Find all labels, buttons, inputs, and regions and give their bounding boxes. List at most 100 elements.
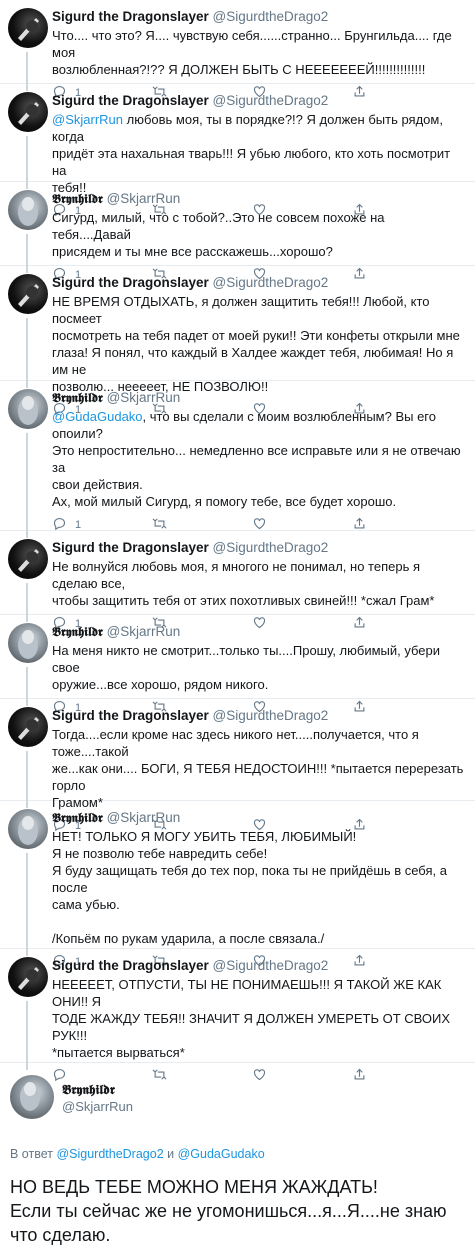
reply-link-1[interactable]: @SigurdtheDrago2 <box>56 1147 163 1161</box>
avatar[interactable] <box>10 1075 54 1119</box>
avatar[interactable] <box>8 190 48 230</box>
author-handle[interactable]: @SigurdtheDrago2 <box>209 540 329 555</box>
avatar[interactable] <box>8 389 48 429</box>
author-name[interactable]: 𝕭𝖗𝖞𝖓𝖍𝖎𝖑𝖉𝖗 <box>52 810 103 825</box>
tweet-text: На меня никто не смотрит...только ты....… <box>52 642 465 693</box>
tweet[interactable]: Sigurd the Dragonslayer @SigurdtheDrago2… <box>0 84 475 217</box>
tweet[interactable]: 𝕭𝖗𝖞𝖓𝖍𝖎𝖑𝖉𝖗 @SkjarrRun НЕТ! ТОЛЬКО Я МОГУ У… <box>0 801 475 968</box>
tweet[interactable]: Sigurd the Dragonslayer @SigurdtheDrago2… <box>0 266 475 416</box>
avatar[interactable] <box>8 957 48 997</box>
tweet-line: чтобы защитить тебя от этих похотливых с… <box>52 593 435 608</box>
author-handle[interactable]: @SigurdtheDrago2 <box>209 93 329 108</box>
author-handle[interactable]: @SkjarrRun <box>103 390 181 405</box>
user-avatar-icon <box>18 630 38 659</box>
tweet-header: 𝕭𝖗𝖞𝖓𝖍𝖎𝖑𝖉𝖗 @SkjarrRun <box>52 389 465 406</box>
user-avatar-icon <box>18 396 38 425</box>
thread-connector <box>26 433 28 538</box>
thread-connector <box>26 318 28 388</box>
tweet-text: НЕ ВРЕМЯ ОТДЫХАТЬ, я должен защитить теб… <box>52 293 465 395</box>
tweet-text: @GudaGudako, что вы сделали с моим возлю… <box>52 408 465 510</box>
heart-icon <box>252 1067 267 1085</box>
retweet-icon <box>152 1067 167 1085</box>
user-avatar-icon <box>18 197 38 226</box>
mention-link[interactable]: @GudaGudako <box>52 409 143 424</box>
tweet[interactable]: Sigurd the Dragonslayer @SigurdtheDrago2… <box>0 531 475 630</box>
reply-context: В ответ @SigurdtheDrago2 и @GudaGudako <box>10 1147 465 1161</box>
author-name[interactable]: Sigurd the Dragonslayer <box>52 9 209 24</box>
tweet-line: свои действия. <box>52 477 143 492</box>
reply-link-2[interactable]: @GudaGudako <box>178 1147 265 1161</box>
avatar[interactable] <box>8 274 48 314</box>
tweet-line: НЕЕЕЕЕТ, ОТПУСТИ, ТЫ НЕ ПОНИМАЕШЬ!!! Я Т… <box>52 977 442 1009</box>
tweet[interactable]: 𝕭𝖗𝖞𝖓𝖍𝖎𝖑𝖉𝖗 @SkjarrRun @GudaGudako, что вы … <box>0 381 475 538</box>
author-name[interactable]: Sigurd the Dragonslayer <box>52 708 209 723</box>
avatar[interactable] <box>8 809 48 849</box>
tweet[interactable]: Sigurd the Dragonslayer @SigurdtheDrago2… <box>0 699 475 832</box>
tweet-line: НЕТ! ТОЛЬКО Я МОГУ УБИТЬ ТЕБЯ, ЛЮБИМЫЙ! <box>52 829 357 844</box>
user-avatar-icon <box>18 717 39 740</box>
tweet-text: Что.... что это? Я.... чувствую себя....… <box>52 27 465 78</box>
author-handle[interactable]: @SkjarrRun <box>103 191 181 206</box>
tweet-header: 𝕭𝖗𝖞𝖓𝖍𝖎𝖑𝖉𝖗 @SkjarrRun <box>52 190 465 207</box>
tweet-text: Не волнуйся любовь моя, я многого не пон… <box>52 558 465 609</box>
tweet[interactable]: 𝕭𝖗𝖞𝖓𝖍𝖎𝖑𝖉𝖗 @SkjarrRun Сигурд, милый, что с… <box>0 182 475 281</box>
author-handle[interactable]: @SigurdtheDrago2 <box>209 958 329 973</box>
tweet-line: присядем и ты мне все расскажешь...хорош… <box>52 244 333 259</box>
user-avatar-icon <box>18 967 39 990</box>
tweet-line: придёт эта нахальная тварь!!! Я убью люб… <box>52 146 451 178</box>
tweet-header: Sigurd the Dragonslayer @SigurdtheDrago2 <box>52 957 465 974</box>
tweet-line: Я буду защищать тебя до тех пор, пока ты… <box>52 863 447 895</box>
tweet-line: На меня никто не смотрит...только ты....… <box>52 643 441 675</box>
thread-connector <box>26 1001 28 1070</box>
avatar[interactable] <box>8 539 48 579</box>
tweet-line: Ах, мой милый Сигурд, я помогу тебе, все… <box>52 494 397 509</box>
author-name[interactable]: Sigurd the Dragonslayer <box>52 275 209 290</box>
tweet[interactable]: 𝕭𝖗𝖞𝖓𝖍𝖎𝖑𝖉𝖗 @SkjarrRun На меня никто не смо… <box>0 615 475 714</box>
tweet[interactable]: Sigurd the Dragonslayer @SigurdtheDrago2… <box>0 949 475 1082</box>
avatar[interactable] <box>8 92 48 132</box>
user-avatar-icon <box>18 549 39 572</box>
author-handle[interactable]: @SkjarrRun <box>103 624 181 639</box>
author-handle[interactable]: @SigurdtheDrago2 <box>209 275 329 290</box>
author-handle[interactable]: @SkjarrRun <box>103 810 181 825</box>
tweet-line: Это непростительно... немедленно все исп… <box>52 443 461 475</box>
reply-and: и <box>163 1147 178 1161</box>
user-avatar-icon <box>18 102 39 125</box>
reply-count: 1 <box>75 519 82 531</box>
avatar[interactable] <box>8 623 48 663</box>
tweet-line: НО ВЕДЬ ТЕБЕ МОЖНО МЕНЯ ЖАЖДАТЬ! <box>10 1177 378 1197</box>
tweet-line: посмотреть на тебя падет от моей руки!! … <box>52 328 460 343</box>
user-avatar-icon <box>18 18 39 41</box>
reply-button[interactable] <box>52 1067 152 1085</box>
tweet-thread: Sigurd the Dragonslayer @SigurdtheDrago2… <box>0 0 475 1082</box>
tweet-line: что сделаю. <box>10 1225 111 1245</box>
author-handle[interactable]: @SkjarrRun <box>62 1099 133 1114</box>
like-button[interactable] <box>252 1067 352 1085</box>
tweet-header: Sigurd the Dragonslayer @SigurdtheDrago2 <box>52 539 465 556</box>
tweet[interactable]: Sigurd the Dragonslayer @SigurdtheDrago2… <box>0 0 475 99</box>
tweet-text: НО ВЕДЬ ТЕБЕ МОЖНО МЕНЯ ЖАЖДАТЬ! Если ты… <box>10 1175 465 1247</box>
reply-icon <box>52 1067 67 1085</box>
author-name[interactable]: Sigurd the Dragonslayer <box>52 93 209 108</box>
avatar[interactable] <box>8 8 48 48</box>
tweet-line: @SkjarrRun любовь моя, ты в порядке?!? Я… <box>52 112 443 144</box>
tweet-line: Я не позволю тебе навредить себе! <box>52 846 268 861</box>
tweet-text: НЕЕЕЕЕТ, ОТПУСТИ, ТЫ НЕ ПОНИМАЕШЬ!!! Я Т… <box>52 976 465 1061</box>
author-name[interactable]: 𝕭𝖗𝖞𝖓𝖍𝖎𝖑𝖉𝖗 <box>52 624 103 639</box>
retweet-button[interactable] <box>152 1067 252 1085</box>
tweet-line: /Копьём по рукам ударила, а после связал… <box>52 931 325 946</box>
tweet-line: глаза! Я понял, что каждый в Халдее жажд… <box>52 345 454 377</box>
mention-link[interactable]: @SkjarrRun <box>52 112 123 127</box>
author-handle[interactable]: @SigurdtheDrago2 <box>209 9 329 24</box>
tweet-header: Sigurd the Dragonslayer @SigurdtheDrago2 <box>52 92 465 109</box>
avatar[interactable] <box>8 707 48 747</box>
tweet-actions <box>52 1061 465 1091</box>
author-name[interactable]: Sigurd the Dragonslayer <box>52 540 209 555</box>
author-name[interactable]: 𝕭𝖗𝖞𝖓𝖍𝖎𝖑𝖉𝖗 <box>52 390 103 405</box>
author-handle[interactable]: @SigurdtheDrago2 <box>209 708 329 723</box>
thread-connector <box>26 853 28 956</box>
author-name[interactable]: 𝕭𝖗𝖞𝖓𝖍𝖎𝖑𝖉𝖗 <box>52 191 103 206</box>
author-name[interactable]: Sigurd the Dragonslayer <box>52 958 209 973</box>
share-button[interactable] <box>352 1067 367 1085</box>
tweet-line: же...как они.... БОГИ, Я ТЕБЯ НЕДОСТОИН!… <box>52 761 464 793</box>
